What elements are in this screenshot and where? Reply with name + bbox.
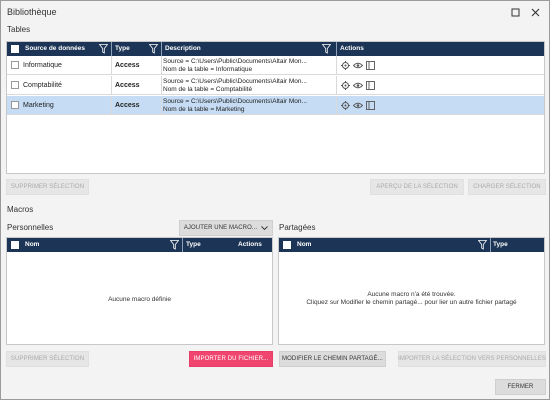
title-bar: Bibliothèque: [1, 1, 549, 23]
column-header-name: Nom: [25, 241, 40, 248]
macros-section-label: Macros: [7, 205, 34, 214]
row-type: Access: [115, 82, 140, 89]
import-from-file-button[interactable]: IMPORTER DU FICHIER...: [189, 351, 273, 367]
import-to-personal-button[interactable]: IMPORTER LA SÉLECTION VERS PERSONNELLES: [398, 351, 546, 367]
delete-selection-button[interactable]: SUPPRIMER SÉLECTION: [6, 179, 89, 195]
row-source: Marketing: [23, 102, 54, 109]
table-row[interactable]: Comptabilité Access Source = C:\Users\Pu…: [7, 76, 544, 95]
close-icon: [531, 8, 539, 16]
preview-eye-icon[interactable]: [353, 101, 363, 110]
row-checkbox[interactable]: [11, 61, 19, 69]
preview-selection-button[interactable]: APERÇU DE LA SÉLECTION: [370, 179, 464, 195]
settings-gear-icon[interactable]: [341, 81, 350, 90]
settings-gear-icon[interactable]: [341, 61, 350, 70]
filter-icon[interactable]: [149, 44, 158, 54]
column-header-description: Description: [165, 45, 201, 52]
row-description: Source = C:\Users\Public\Documents\Altai…: [163, 76, 335, 95]
row-checkbox[interactable]: [11, 81, 19, 89]
column-header-type: Type: [115, 45, 130, 52]
shared-macros-grid: Nom Type Aucune macro n'a été trouvée. C…: [278, 237, 545, 345]
table-row[interactable]: Informatique Access Source = C:\Users\Pu…: [7, 56, 544, 75]
tables-grid-header: Source de données Type Description Actio…: [7, 42, 544, 56]
preview-eye-icon[interactable]: [353, 81, 363, 90]
shared-macros-header: Nom Type: [279, 238, 544, 252]
shared-empty-line2: Cliquez sur Modifier le chemin partagé..…: [306, 299, 517, 306]
row-source: Informatique: [23, 62, 62, 69]
maximize-button[interactable]: [508, 5, 522, 19]
filter-icon[interactable]: [478, 240, 487, 250]
shared-empty-line1: Aucune macro n'a été trouvée.: [367, 291, 456, 298]
row-checkbox[interactable]: [11, 101, 19, 109]
select-all-shared-checkbox[interactable]: [283, 241, 291, 249]
modify-shared-path-button[interactable]: MODIFIER LE CHEMIN PARTAGÉ...: [279, 351, 386, 367]
row-source: Comptabilité: [23, 82, 62, 89]
description-table-line: Nom de la table = Marketing: [163, 105, 245, 113]
close-button[interactable]: FERMER: [495, 379, 546, 395]
column-header-actions: Actions: [238, 241, 262, 248]
table-panel-icon[interactable]: [366, 81, 375, 90]
shared-empty-message: Aucune macro n'a été trouvée. Cliquez su…: [279, 291, 544, 307]
description-table-line: Nom de la table = Comptabilité: [163, 85, 253, 93]
library-dialog: Bibliothèque Tables Source de données Ty…: [0, 0, 550, 400]
close-window-button[interactable]: [528, 5, 542, 19]
window-title: Bibliothèque: [7, 7, 57, 17]
add-macro-label: AJOUTER UNE MACRO...: [183, 225, 258, 231]
description-source-line: Source = C:\Users\Public\Documents\Altai…: [163, 98, 307, 105]
description-table-line: Nom de la table = Informatique: [163, 65, 253, 73]
settings-gear-icon[interactable]: [341, 101, 350, 110]
column-header-actions: Actions: [340, 45, 364, 52]
select-all-tables-checkbox[interactable]: [11, 45, 19, 53]
personal-macros-header: Nom Type Actions: [7, 238, 272, 252]
description-source-line: Source = C:\Users\Public\Documents\Altai…: [163, 58, 307, 65]
row-description: Source = C:\Users\Public\Documents\Altai…: [163, 56, 335, 75]
personal-macros-grid: Nom Type Actions Aucune macro définie: [6, 237, 273, 345]
add-macro-dropdown-button[interactable]: AJOUTER UNE MACRO...: [179, 220, 273, 236]
preview-eye-icon[interactable]: [353, 61, 363, 70]
load-selection-button[interactable]: CHARGER SÉLECTION: [468, 179, 546, 195]
column-header-name: Nom: [297, 241, 312, 248]
personal-empty-message: Aucune macro définie: [108, 296, 171, 303]
row-type: Access: [115, 102, 140, 109]
filter-icon[interactable]: [170, 240, 179, 250]
chevron-down-icon: [261, 225, 268, 230]
maximize-icon: [511, 8, 519, 16]
shared-macros-label: Partagées: [279, 223, 316, 232]
tables-grid: Source de données Type Description Actio…: [6, 41, 545, 174]
column-header-type: Type: [186, 241, 201, 248]
description-source-line: Source = C:\Users\Public\Documents\Altai…: [163, 78, 307, 85]
table-panel-icon[interactable]: [366, 61, 375, 70]
filter-icon[interactable]: [322, 44, 331, 54]
table-row-selected[interactable]: Marketing Access Source = C:\Users\Publi…: [7, 96, 544, 115]
filter-icon[interactable]: [99, 44, 108, 54]
delete-macro-selection-button[interactable]: SUPPRIMER SÉLECTION: [6, 351, 89, 367]
column-header-source: Source de données: [25, 45, 85, 52]
personal-macros-label: Personnelles: [7, 223, 54, 232]
row-type: Access: [115, 62, 140, 69]
row-description: Source = C:\Users\Public\Documents\Altai…: [163, 96, 335, 115]
tables-section-label: Tables: [7, 25, 31, 34]
select-all-personal-checkbox[interactable]: [11, 241, 19, 249]
column-header-type: Type: [493, 241, 508, 248]
table-panel-icon[interactable]: [366, 101, 375, 110]
